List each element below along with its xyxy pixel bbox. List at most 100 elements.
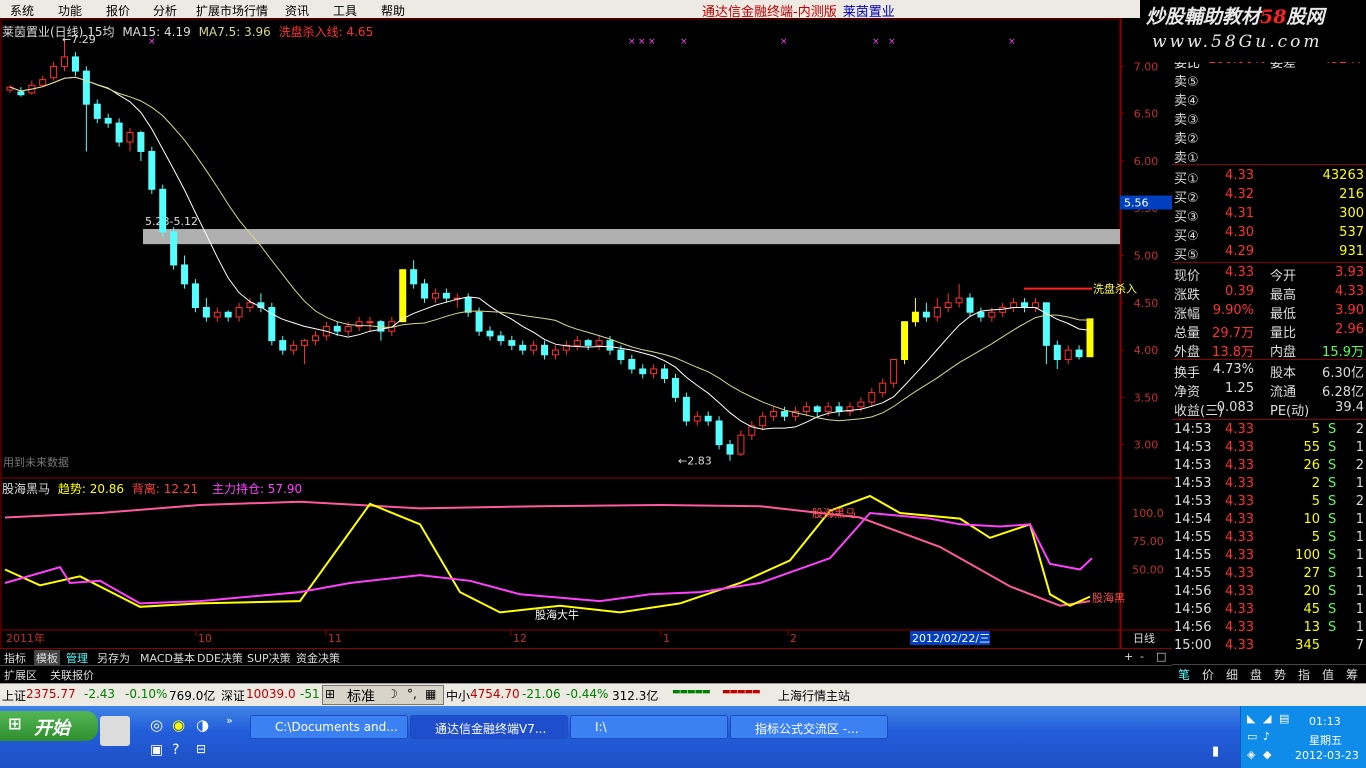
tray-update-icon[interactable]: ◆ [1263,748,1271,761]
kline-svg[interactable]: 7.006.506.005.505.004.504.003.503.005.56… [0,18,1172,650]
ime-punct-icon[interactable]: °, [407,687,417,701]
tab-sup[interactable]: SUP决策 [247,650,291,666]
tick-row: 14:53 4.33 5 S 2 [1172,422,1366,440]
candle-body [410,269,418,285]
info-row: 收益(三) 0.083 PE(动) 39.4 [1172,400,1366,419]
candle-body [911,311,919,323]
tab-template[interactable]: 模板 [34,650,60,666]
quicklaunch-media-icon[interactable]: ◑ [196,716,209,734]
candle-body [1010,302,1018,309]
menu-quote[interactable]: 报价 [106,2,130,19]
menu-function[interactable]: 功能 [58,2,82,19]
quote-panel: 委比100.00%委差45247卖⑤卖④卖③卖②卖①买①4.3343263买②4… [1172,52,1366,683]
quicklaunch-folder-icon[interactable]: ◉ [172,716,185,734]
ime-moon-icon[interactable]: ☽ [387,687,398,701]
sell-level-label: 卖② [1174,132,1199,147]
tab-dde[interactable]: DDE决策 [197,650,243,666]
indicator-header: 股海黑马 趋势: 20.86 背离: 12.21 主力持仓: 57.90 [2,480,302,497]
panel-tab[interactable]: 价 [1202,666,1214,683]
clock-time[interactable]: 01:13 [1309,715,1341,728]
quicklaunch-ie-icon[interactable]: ◎ [150,716,163,734]
tab-extension[interactable]: 扩展区 [4,667,37,683]
tab-related-quote[interactable]: 关联报价 [50,667,94,683]
tab-manage[interactable]: 管理 [66,650,88,666]
quicklaunch-app-icon[interactable]: ▣ [150,742,163,758]
price-axis-label: 6.00 [1134,155,1159,168]
ma-label-2: MA15: 4.19 [122,25,191,39]
tick-side: S [1328,566,1337,581]
tab-fund[interactable]: 资金决策 [296,650,340,666]
indicator-tabs: 指标 模板 管理 另存为 MACD基本 DDE决策 SUP决策 资金决策 + -… [0,648,1172,666]
menu-tools[interactable]: 工具 [333,2,357,19]
task-drive-i[interactable]: I:\ [570,715,728,739]
ime-toolbar[interactable]: ⊞ 标准 ☽ °, ▦ [322,685,444,705]
tray-antivirus-icon[interactable]: ◢ [1263,712,1271,725]
task-tdx[interactable]: 通达信金融终端V7... [410,715,568,739]
server-name[interactable]: 上海行情主站 [778,687,850,704]
candle-body [235,307,243,318]
info-label-2: 流通 [1270,385,1297,400]
menu-analysis[interactable]: 分析 [153,2,177,19]
future-data-note: 用到未来数据 [3,456,69,469]
tick-price: 4.33 [1225,422,1254,437]
panel-tab[interactable]: 细 [1226,666,1238,683]
zoom-plus[interactable]: + [1124,650,1133,663]
quicklaunch-help-icon[interactable]: ? [172,742,179,758]
start-button[interactable]: ⊞ 开始 [0,711,98,741]
tick-row: 14:56 4.33 45 S 1 [1172,602,1366,620]
panel-tab[interactable]: 盘 [1250,666,1262,683]
tray-network-icon[interactable]: ◣ [1247,712,1255,725]
tray-app-icon[interactable]: ▤ [1279,712,1289,725]
panel-tab[interactable]: 指 [1298,666,1310,683]
ime-icon[interactable]: ⊞ [325,687,335,701]
sell-row: 卖① [1172,147,1366,166]
menu-extended-market[interactable]: 扩展市场行情 [196,2,268,19]
panel-tab[interactable]: 势 [1274,666,1286,683]
tick-count: 2 [1355,422,1364,437]
tick-side: S [1328,476,1337,491]
quicklaunch-expand-icon[interactable]: » [226,714,233,727]
tab-macd[interactable]: MACD基本 [140,650,195,666]
menu-system[interactable]: 系统 [10,2,34,19]
tick-volume: 13 [1303,620,1320,635]
ime-mode[interactable]: 标准 [347,686,375,706]
signal-marker: × [638,37,646,47]
tick-row: 14:56 4.33 13 S 1 [1172,620,1366,638]
tick-count: 1 [1355,440,1364,455]
wash-line-label: 洗盘杀入 [1093,282,1137,296]
watermark-line1: 炒股輔助教材58股网 [1146,2,1324,29]
tab-indicator[interactable]: 指标 [4,650,26,666]
panel-tab[interactable]: 筹 [1346,666,1358,683]
tick-volume: 5 [1311,530,1320,545]
tray-security-icon[interactable]: ◈ [1247,748,1255,761]
signal-marker: × [888,37,896,47]
tray-phone-icon[interactable]: ▮ [1212,744,1219,759]
stat-row: 涨跌 0.39 最高 4.33 [1172,284,1366,303]
candle-body [333,325,341,332]
tab-save-as[interactable]: 另存为 [97,650,130,666]
tick-row: 15:00 4.33 345 7 [1172,638,1366,656]
sh-change: -2.43 [84,687,116,701]
tray-monitor-icon[interactable]: ▭ [1247,730,1257,743]
show-desktop-icon[interactable] [100,716,130,746]
taskbar: ⊞ 开始 ◎ ◉ ◑ ▣ ? ⊟ » C:\Documents and... 通… [0,706,1366,768]
tray-volume-icon[interactable]: ♪ [1263,730,1270,743]
task-documents-label: C:\Documents and... [275,720,398,734]
task-documents[interactable]: C:\Documents and... [250,715,408,739]
ime-keyboard-icon[interactable]: ▦ [425,687,436,701]
tick-volume: 10 [1303,512,1320,527]
zoom-minus[interactable]: - [1140,650,1144,663]
sell-row: 卖③ [1172,109,1366,128]
menu-info[interactable]: 资讯 [285,2,309,19]
panel-tab[interactable]: 笔 [1178,666,1190,683]
candle-body [650,368,658,375]
candle-body [813,406,821,413]
kline-chart-area[interactable]: 7.006.506.005.505.004.504.003.503.005.56… [0,18,1172,650]
panel-tab[interactable]: 值 [1322,666,1334,683]
buy-price: 4.30 [1225,225,1254,240]
candle-body [551,349,559,356]
task-forum[interactable]: 指标公式交流区 -... [730,715,888,739]
menu-help[interactable]: 帮助 [381,2,405,19]
quicklaunch-more-icon[interactable]: ⊟ [196,742,206,756]
close-icon[interactable]: □ [1156,650,1166,663]
